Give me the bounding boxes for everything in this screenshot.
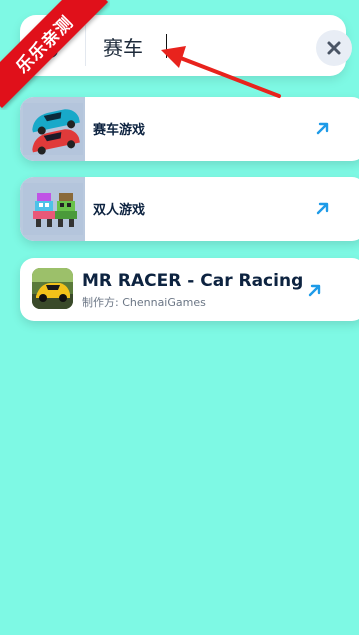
- app-result-card[interactable]: MR RACER - Car Racing 制作方: ChennaiGames: [20, 258, 359, 321]
- mr-racer-app-icon: [32, 268, 73, 309]
- ribbon-text: 乐乐亲测: [0, 0, 109, 109]
- app-developer: 制作方: ChennaiGames: [82, 296, 206, 309]
- pixel-characters-image: [20, 177, 85, 241]
- app-title: MR RACER - Car Racing: [82, 271, 304, 291]
- clear-search-button[interactable]: [316, 30, 352, 66]
- search-input[interactable]: [103, 31, 253, 61]
- result-label: 双人游戏: [93, 203, 146, 218]
- corner-ribbon: 乐乐亲测: [0, 0, 110, 110]
- text-caret: [166, 34, 167, 58]
- result-label: 赛车游戏: [93, 123, 146, 138]
- result-card-two-player-games[interactable]: 双人游戏: [20, 177, 359, 241]
- page: 乐乐亲测 赛车 赛车游戏 双人游戏 MR RACER - Car Racing …: [0, 0, 359, 635]
- open-arrow-icon: [316, 122, 329, 135]
- open-arrow-icon: [316, 202, 329, 215]
- open-arrow-icon: [308, 284, 321, 297]
- close-icon: [327, 41, 341, 55]
